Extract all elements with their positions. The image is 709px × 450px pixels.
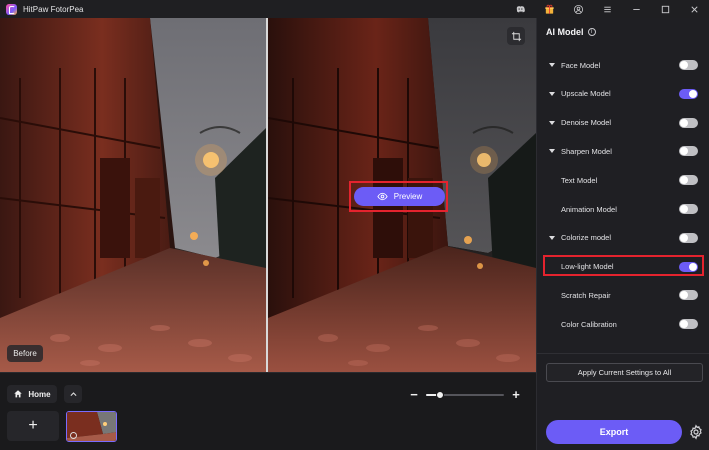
eye-icon [377, 192, 388, 201]
model-label: Text Model [561, 175, 598, 185]
app-title: HitPaw FotorPea [23, 4, 84, 14]
model-toggle[interactable] [679, 117, 698, 128]
model-toggle[interactable] [679, 290, 698, 301]
bottom-bar: Home + − + [0, 372, 536, 450]
model-toggle[interactable] [679, 60, 698, 70]
model-row: Animation Model [537, 199, 709, 219]
close-icon[interactable] [680, 0, 709, 18]
preview-button[interactable]: Preview [354, 187, 445, 206]
model-label: Color Calibration [561, 319, 617, 329]
model-label: Animation Model [561, 204, 617, 214]
home-label: Home [28, 389, 51, 399]
crop-button[interactable] [507, 27, 525, 45]
crop-icon [511, 31, 521, 41]
home-icon [14, 390, 23, 398]
model-label: Sharpen Model [561, 146, 612, 156]
clock-icon [70, 432, 77, 439]
model-label: Upscale Model [561, 89, 611, 99]
before-image [0, 18, 266, 372]
caret-down-icon[interactable] [549, 149, 555, 154]
model-label: Scratch Repair [561, 290, 611, 300]
minimize-icon[interactable] [622, 0, 651, 18]
model-row: Colorize model [537, 228, 709, 248]
settings-button[interactable] [688, 424, 704, 440]
model-toggle[interactable] [679, 204, 698, 214]
model-row: Text Model [537, 170, 709, 190]
model-row: Scratch Repair [537, 285, 709, 305]
discord-icon[interactable] [506, 0, 535, 18]
apply-settings-button[interactable]: Apply Current Settings to All [546, 363, 703, 382]
zoom-slider[interactable] [426, 391, 504, 399]
model-row: Upscale Model [537, 84, 709, 104]
title-bar-controls [506, 0, 709, 18]
model-label: Colorize model [561, 233, 612, 243]
image-thumbnail[interactable] [66, 411, 117, 442]
maximize-icon[interactable] [651, 0, 680, 18]
title-bar: HitPaw FotorPea [0, 0, 709, 18]
before-after-divider[interactable] [266, 18, 268, 372]
model-toggle[interactable] [679, 175, 698, 186]
zoom-out-button[interactable]: − [408, 388, 420, 401]
caret-down-icon[interactable] [549, 63, 555, 67]
caret-down-icon[interactable] [549, 91, 555, 96]
app-logo-icon [6, 3, 17, 15]
model-toggle[interactable] [679, 319, 698, 330]
caret-down-icon[interactable] [549, 120, 555, 125]
preview-label: Preview [393, 192, 423, 201]
model-label: Face Model [561, 60, 601, 70]
model-row: Color Calibration [537, 314, 709, 334]
panel-title: AI Model i [546, 27, 596, 37]
account-icon[interactable] [564, 0, 593, 18]
image-canvas: Before Preview [0, 18, 536, 372]
panel-divider [537, 353, 709, 354]
model-row: Denoise Model [537, 113, 709, 133]
gear-icon [690, 424, 702, 440]
model-label: Denoise Model [561, 118, 612, 128]
gift-icon[interactable] [535, 0, 564, 18]
model-row: Sharpen Model [537, 141, 709, 161]
export-button[interactable]: Export [546, 420, 682, 444]
model-toggle[interactable] [679, 146, 698, 157]
ai-model-panel: AI Model i Face Model Upscale Model Denois… [536, 18, 709, 450]
info-icon[interactable]: i [587, 28, 596, 36]
add-image-button[interactable]: + [7, 411, 59, 441]
menu-icon[interactable] [593, 0, 622, 18]
model-row: Face Model [537, 55, 709, 75]
low-light-highlight-box [543, 255, 704, 276]
zoom-slider-handle[interactable] [436, 391, 445, 399]
home-button[interactable]: Home [7, 385, 57, 403]
model-toggle[interactable] [679, 88, 698, 99]
before-label: Before [7, 345, 43, 362]
collapse-button[interactable] [64, 385, 82, 403]
panel-title-text: AI Model [546, 27, 584, 37]
chevron-up-icon [69, 391, 77, 396]
model-toggle[interactable] [679, 232, 698, 243]
caret-down-icon[interactable] [549, 235, 555, 240]
zoom-in-button[interactable]: + [510, 388, 522, 401]
